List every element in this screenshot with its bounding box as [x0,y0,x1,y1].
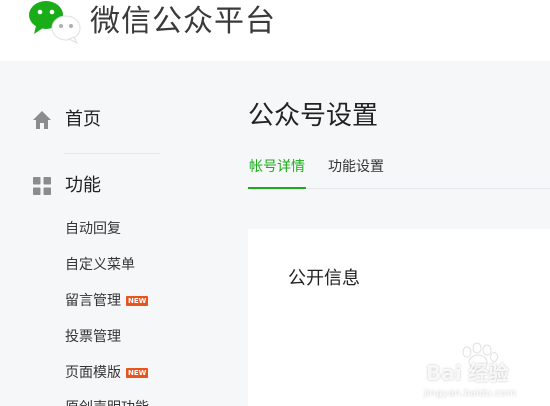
sidebar-item-custom-menu[interactable]: 自定义菜单 [65,255,135,275]
sidebar-item-function[interactable]: 功能 [32,174,101,198]
sidebar-item-label: 页面模版 [65,365,121,381]
grid-icon [33,177,51,195]
wechat-logo-icon[interactable] [26,0,84,45]
page-title: 公众号设置 [248,101,379,131]
sidebar-item-label: 留言管理 [65,293,121,309]
section-title: 公开信息 [288,268,360,289]
top-header: 微信公众平台 [0,0,550,61]
brand-title[interactable]: 微信公众平台 [90,4,276,40]
new-badge: NEW [126,296,149,306]
sidebar-item-function-label: 功能 [65,175,101,196]
watermark-url: jingyan.baidu.com [424,388,517,399]
tab-bar: 帐号详情 功能设置 [248,157,550,189]
tab-function-settings[interactable]: 功能设置 [328,157,384,189]
sidebar-item-label: 自动回复 [65,221,121,237]
sidebar-item-label: 投票管理 [65,329,121,345]
sidebar-item-page-template[interactable]: 页面模版 NEW [65,363,149,383]
watermark-text: Bai 经验 [426,361,509,385]
sidebar-item-home-label: 首页 [65,109,101,130]
sidebar-item-label: 自定义菜单 [65,257,135,273]
sidebar-item-original-declaration[interactable]: 原创声明功能 [65,398,149,406]
sidebar-item-home[interactable]: 首页 [32,108,101,132]
sidebar-divider [64,153,160,154]
tab-account-details[interactable]: 帐号详情 [248,157,306,189]
sidebar-item-comment-management[interactable]: 留言管理 NEW [65,291,149,311]
new-badge: NEW [126,368,149,378]
sidebar-item-vote-management[interactable]: 投票管理 [65,327,121,347]
home-icon [33,111,51,129]
sidebar-item-label: 原创声明功能 [65,398,149,406]
sidebar: 首页 功能 自动回复 自定义菜单 留言管理 NEW 投票管理 页面模版 NEW … [0,61,218,406]
sidebar-item-auto-reply[interactable]: 自动回复 [65,219,121,239]
